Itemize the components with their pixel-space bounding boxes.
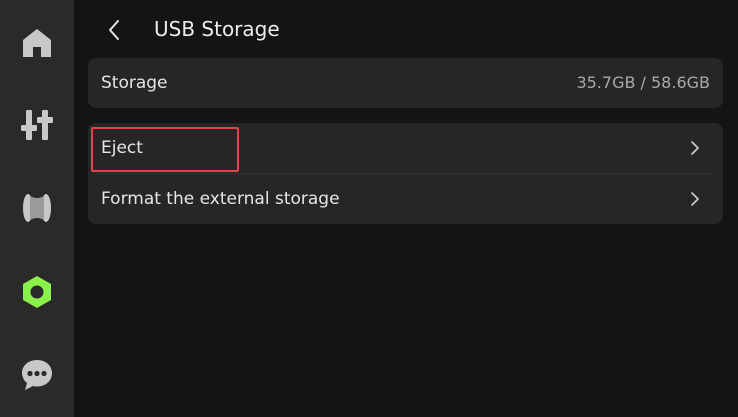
chevron-right-icon <box>691 192 699 206</box>
header: USB Storage <box>88 0 724 58</box>
sidebar-item-settings[interactable] <box>0 257 74 327</box>
sidebar-item-home[interactable] <box>0 8 74 78</box>
filament-spool-icon <box>23 194 51 222</box>
chevron-left-icon <box>109 20 119 40</box>
actions-card: Eject Format the external storage <box>88 123 723 224</box>
chevron-right-icon <box>691 141 699 155</box>
eject-row[interactable]: Eject <box>88 123 723 174</box>
sidebar-item-filament[interactable] <box>0 173 74 243</box>
format-storage-row[interactable]: Format the external storage <box>88 174 723 224</box>
sliders-icon <box>21 110 53 140</box>
back-button[interactable] <box>98 14 130 46</box>
chat-bubble-icon <box>22 360 52 390</box>
page-title: USB Storage <box>154 17 280 41</box>
usb-storage-screen: USB Storage Storage 35.7GB / 58.6GB Ejec… <box>0 0 738 417</box>
home-icon <box>23 29 51 57</box>
storage-card: Storage 35.7GB / 58.6GB <box>88 58 723 108</box>
storage-label: Storage <box>101 73 168 93</box>
storage-value: 35.7GB / 58.6GB <box>576 73 710 92</box>
format-storage-label: Format the external storage <box>101 189 340 209</box>
eject-label: Eject <box>101 138 143 158</box>
sidebar-item-messages[interactable] <box>0 340 74 410</box>
sidebar <box>0 0 74 417</box>
storage-row: Storage 35.7GB / 58.6GB <box>88 58 723 108</box>
settings-hex-nut-icon <box>23 276 51 308</box>
sidebar-item-controls[interactable] <box>0 90 74 160</box>
